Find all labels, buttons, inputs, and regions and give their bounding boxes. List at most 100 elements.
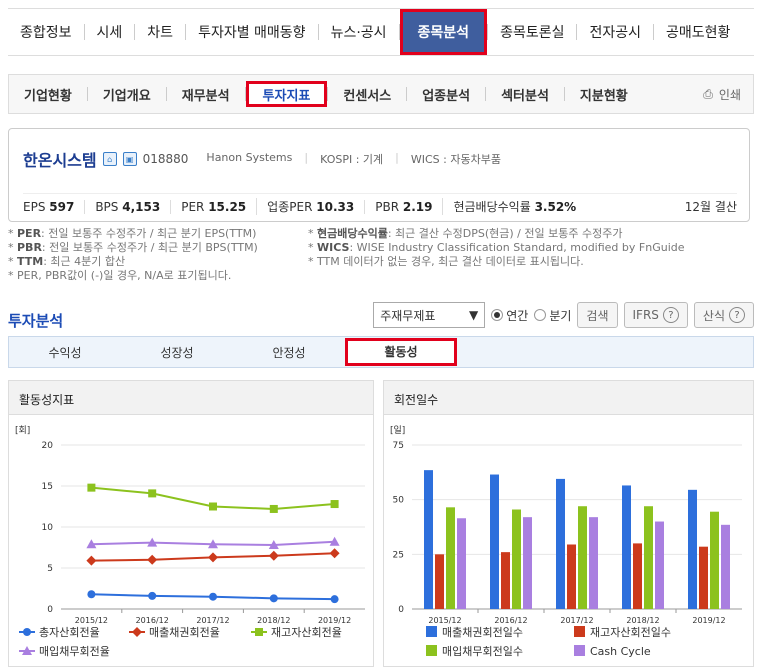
x-tick-label: 2015/12	[428, 616, 461, 625]
y-tick-label: 25	[393, 550, 404, 560]
help-icon: ?	[729, 307, 745, 323]
data-point	[269, 504, 278, 513]
printer-icon: ⎙	[703, 86, 713, 101]
data-point	[329, 548, 340, 559]
subnav-item-4[interactable]: 컨센서스	[328, 75, 406, 113]
statement-select[interactable]: 주재무제표 ▼	[373, 302, 486, 328]
topnav-item-0[interactable]: 종합정보	[8, 9, 84, 55]
topnav-item-5[interactable]: 종목분석	[399, 9, 488, 55]
metric-item: PER 15.25	[170, 199, 256, 214]
topnav-item-4[interactable]: 뉴스·공시	[319, 9, 399, 55]
radio-quarter[interactable]: 분기	[534, 307, 571, 324]
note-text: : WISE Industry Classification Standard,…	[349, 241, 685, 254]
y-tick-label: 5	[47, 564, 53, 574]
x-tick-label: 2017/12	[196, 616, 229, 625]
activity-chart-panel: 활동성지표 [회] 0 5 10 15 20 2015/12 2016/12 2017/12 20…	[8, 380, 374, 667]
legend-item[interactable]: 총자산회전율	[19, 626, 100, 639]
note-key: WICS	[317, 241, 350, 254]
note-line: * PER: 전일 보통주 수정주가 / 최근 분기 EPS(TTM)	[8, 227, 257, 240]
note-text: TTM 데이터가 없는 경우, 최근 결산 데이터로 표시됩니다.	[317, 255, 584, 268]
subnav-item-7[interactable]: 지분현황	[565, 75, 643, 113]
stock-code: 018880	[142, 152, 189, 166]
topnav-item-3[interactable]: 투자자별 매매동향	[186, 9, 318, 55]
data-point	[330, 500, 339, 509]
analysis-tabs: 수익성 성장성 안정성 활동성	[8, 336, 754, 368]
subnav-item-3[interactable]: 투자지표	[245, 81, 328, 107]
turnover-days-chart-panel: 회전일수 [일] 0 25 50 75 2015/12 2016/12 2017/12 2018…	[383, 380, 754, 667]
data-point	[148, 591, 157, 600]
tab-3[interactable]: 활동성	[345, 338, 457, 366]
note-line: * TTM 데이터가 없는 경우, 최근 결산 데이터로 표시됩니다.	[308, 255, 584, 268]
radio-annual-label: 연간	[506, 308, 529, 323]
legend-marker	[132, 627, 142, 637]
legend-item[interactable]: 매출채권회전율	[129, 626, 220, 639]
legend-swatch	[574, 645, 585, 656]
legend-label: 매출채권회전일수	[442, 625, 523, 639]
subnav-item-6[interactable]: 섹터분석	[486, 75, 564, 113]
legend-item[interactable]: 매입채무회전율	[19, 645, 110, 658]
bar	[655, 521, 664, 609]
topnav-item-2[interactable]: 차트	[135, 9, 185, 55]
metric-label: 업종PER	[267, 200, 313, 214]
search-button[interactable]: 검색	[577, 302, 618, 328]
ifrs-button[interactable]: IFRS ?	[623, 302, 688, 328]
tab-2[interactable]: 안정성	[233, 344, 345, 361]
note-key: TTM	[17, 255, 44, 268]
subnav-item-5[interactable]: 업종분석	[407, 75, 485, 113]
series-2	[87, 483, 339, 513]
radio-annual[interactable]: 연간	[491, 307, 528, 324]
topnav-item-8[interactable]: 공매도현황	[654, 9, 742, 55]
formula-button-label: 산식	[702, 308, 725, 323]
subnav-item-0[interactable]: 기업현황	[9, 75, 87, 113]
legend-item[interactable]: Cash Cycle	[574, 645, 651, 658]
divider: |	[304, 151, 309, 164]
controls: 주재무제표 ▼ 연간 분기 검색 IFRS ? 산식 ?	[373, 302, 754, 328]
topnav-item-7[interactable]: 전자공시	[577, 9, 653, 55]
bar	[424, 470, 433, 609]
metric-label: EPS	[23, 199, 46, 214]
data-point	[87, 483, 96, 492]
legend-item[interactable]: 매출채권회전일수	[426, 625, 523, 639]
market-info: KOSPI : 기계	[320, 153, 384, 166]
metric-label: PBR	[375, 199, 400, 214]
tab-1[interactable]: 성장성	[121, 344, 233, 361]
radio-unselected-icon	[534, 309, 547, 321]
metric-item: BPS 4,153	[84, 199, 170, 214]
legend-label: 매입채무회전율	[39, 645, 110, 658]
series-1	[86, 548, 340, 566]
subnav-item-1[interactable]: 기업개요	[88, 75, 166, 113]
x-tick-label: 2015/12	[75, 616, 108, 625]
legend-item[interactable]: 재고자산회전율	[251, 626, 342, 639]
metrics-row: EPS 597 BPS 4,153 PER 15.25 업종PER 10.33 PBR …	[23, 193, 737, 215]
data-point	[268, 550, 279, 561]
company-page-icon[interactable]: ▣	[122, 152, 137, 166]
legend-item[interactable]: 매입채무회전일수	[426, 644, 523, 658]
bar	[622, 485, 631, 609]
note-line: * TTM: 최근 4분기 합산	[8, 255, 126, 268]
metric-value: 15.25	[208, 199, 247, 214]
note-text: : 전일 보통주 수정주가 / 최근 분기 BPS(TTM)	[41, 241, 258, 254]
legend-label: 매출채권회전율	[149, 626, 220, 639]
legend-swatch	[574, 626, 585, 637]
topnav-item-1[interactable]: 시세	[85, 9, 135, 55]
legend-label: 총자산회전율	[39, 626, 100, 639]
notes: * PER: 전일 보통주 수정주가 / 최근 분기 EPS(TTM) * PBR…	[8, 227, 754, 283]
bar	[721, 524, 730, 609]
ifrs-button-label: IFRS	[632, 308, 659, 322]
print-button[interactable]: ⎙ 인쇄	[703, 86, 753, 103]
topnav-item-6[interactable]: 종목토론실	[488, 9, 576, 55]
legend-label: 매입채무회전일수	[442, 644, 523, 658]
data-point	[208, 552, 218, 563]
data-point	[209, 502, 217, 511]
metric-value: 10.33	[316, 200, 355, 214]
data-point	[209, 592, 217, 601]
y-tick-label: 15	[42, 482, 53, 492]
print-label: 인쇄	[718, 87, 741, 102]
legend-item[interactable]: 재고자산회전일수	[574, 625, 671, 639]
home-icon[interactable]: ⌂	[102, 152, 117, 166]
subnav-item-2[interactable]: 재무분석	[167, 75, 245, 113]
formula-button[interactable]: 산식 ?	[693, 302, 754, 328]
metric-item: EPS 597	[23, 200, 84, 214]
tab-0[interactable]: 수익성	[9, 344, 121, 361]
y-tick-label: 75	[393, 441, 404, 451]
